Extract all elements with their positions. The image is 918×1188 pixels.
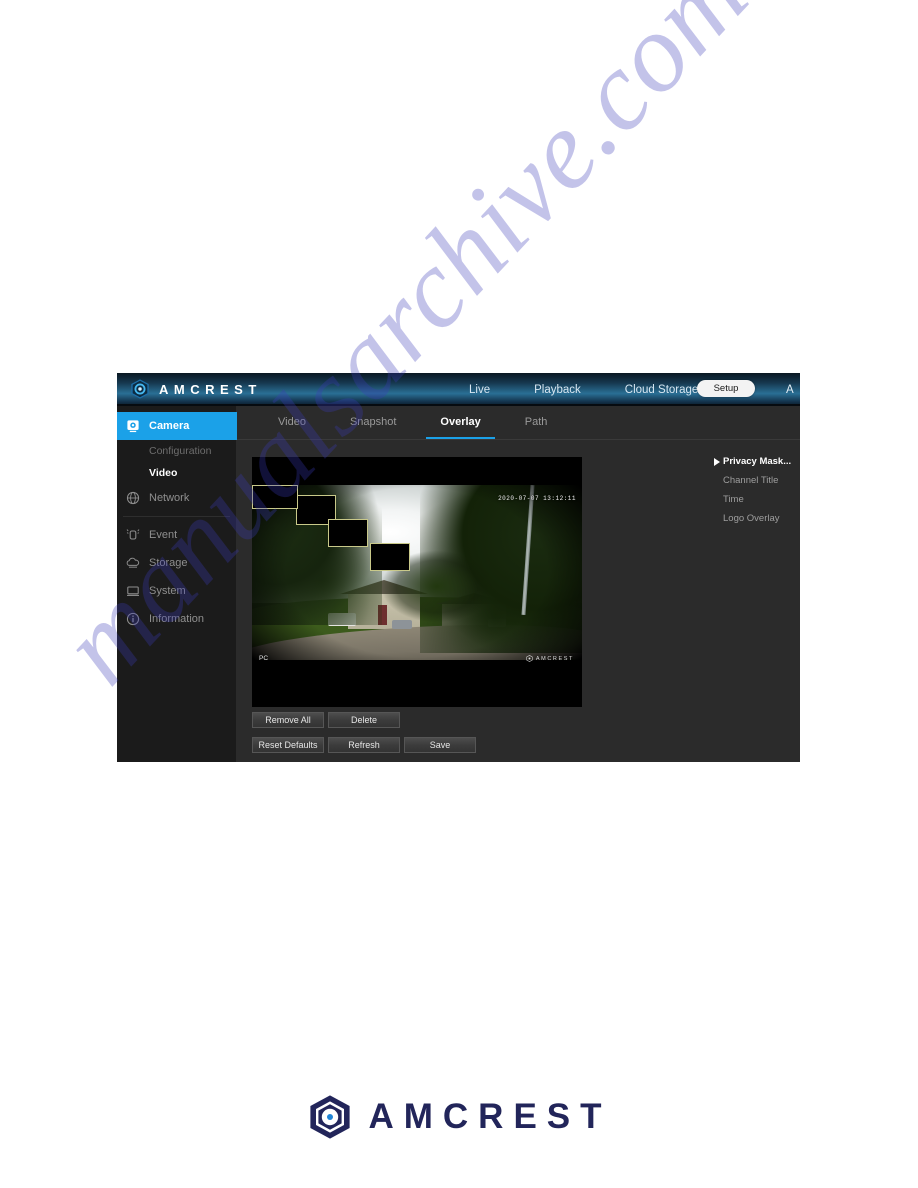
refresh-button[interactable]: Refresh <box>328 737 400 753</box>
remove-all-button[interactable]: Remove All <box>252 712 324 728</box>
sidebar-item-system[interactable]: System <box>117 577 236 605</box>
sidebar-divider <box>123 516 230 517</box>
video-channel-title: PC <box>259 655 269 662</box>
sidebar: Camera Configuration Video Network Event… <box>117 406 237 762</box>
sidebar-item-camera[interactable]: Camera <box>117 412 237 440</box>
app-header: AMCREST Live Playback Cloud Storage Setu… <box>117 373 800 406</box>
tab-bar: Video Snapshot Overlay Path <box>236 406 800 440</box>
sidebar-item-storage[interactable]: Storage <box>117 549 236 577</box>
cloud-storage-icon <box>126 557 140 568</box>
amcrest-hex-camera-icon <box>526 655 533 662</box>
video-timestamp: 2020-07-07 13:12:11 <box>498 495 576 502</box>
sidebar-label-system: System <box>149 585 186 597</box>
overlay-panel: 2020-07-07 13:12:11 PC AMCREST Remove Al… <box>236 440 800 762</box>
camera-web-ui-window: AMCREST Live Playback Cloud Storage Setu… <box>117 373 800 762</box>
footer-brand-text: AMCREST <box>368 1097 612 1136</box>
option-time[interactable]: Time <box>723 490 800 509</box>
form-action-buttons: Reset Defaults Refresh Save <box>252 737 476 753</box>
option-label-time: Time <box>723 494 744 505</box>
system-monitor-icon <box>127 586 139 596</box>
alarm-bell-icon <box>126 529 140 540</box>
sidebar-label-network: Network <box>149 492 190 504</box>
app-body: Camera Configuration Video Network Event… <box>117 406 800 762</box>
save-button[interactable]: Save <box>404 737 476 753</box>
option-label-logo-overlay: Logo Overlay <box>723 513 780 524</box>
camera-icon <box>127 420 139 433</box>
caret-right-icon <box>714 458 720 466</box>
nav-live[interactable]: Live <box>447 384 512 396</box>
option-channel-title[interactable]: Channel Title <box>723 471 800 490</box>
setup-button[interactable]: Setup <box>697 380 755 397</box>
nav-playback[interactable]: Playback <box>512 384 603 396</box>
header-nav: Live Playback Cloud Storage <box>447 373 720 406</box>
tab-video[interactable]: Video <box>256 406 328 439</box>
reset-defaults-button[interactable]: Reset Defaults <box>252 737 324 753</box>
brand: AMCREST <box>129 378 262 400</box>
privacy-mask-rect[interactable] <box>328 519 368 547</box>
sidebar-subitem-configuration[interactable]: Configuration <box>117 440 236 462</box>
sidebar-label-information: Information <box>149 613 205 625</box>
privacy-mask-rect[interactable] <box>370 543 410 571</box>
sidebar-label-camera: Camera <box>149 420 190 432</box>
network-globe-icon <box>126 491 140 505</box>
video-preview[interactable]: 2020-07-07 13:12:11 PC AMCREST <box>252 457 582 707</box>
video-logo-text: AMCREST <box>535 655 574 662</box>
sidebar-sublabel-configuration: Configuration <box>149 445 212 457</box>
sidebar-label-event: Event <box>149 529 178 541</box>
info-circle-icon <box>126 612 140 626</box>
option-privacy-mask[interactable]: Privacy Mask... <box>714 452 800 471</box>
option-logo-overlay[interactable]: Logo Overlay <box>723 509 800 528</box>
amcrest-hex-camera-icon <box>310 1095 351 1139</box>
sidebar-sublabel-video: Video <box>149 467 178 479</box>
option-label-channel-title: Channel Title <box>723 475 779 486</box>
mask-action-buttons: Remove All Delete <box>252 712 400 728</box>
nav-overflow-label[interactable]: A <box>786 384 796 396</box>
privacy-mask-rect[interactable] <box>252 485 298 509</box>
sidebar-item-information[interactable]: Information <box>117 605 236 633</box>
option-label-privacy-mask: Privacy Mask... <box>723 456 792 467</box>
tab-snapshot[interactable]: Snapshot <box>328 406 418 439</box>
brand-text: AMCREST <box>159 381 262 397</box>
delete-button[interactable]: Delete <box>328 712 400 728</box>
footer-brand: AMCREST <box>0 1093 918 1141</box>
sidebar-item-network[interactable]: Network <box>117 484 236 512</box>
tab-path[interactable]: Path <box>503 406 570 439</box>
sidebar-label-storage: Storage <box>149 557 188 569</box>
tab-overlay[interactable]: Overlay <box>418 406 502 439</box>
content-area: Video Snapshot Overlay Path 2020-07-07 1… <box>236 406 800 762</box>
amcrest-hex-camera-icon <box>131 379 149 399</box>
sidebar-subitem-video[interactable]: Video <box>117 462 236 484</box>
sidebar-item-event[interactable]: Event <box>117 521 236 549</box>
video-logo-overlay: AMCREST <box>526 655 574 662</box>
overlay-options-list: Privacy Mask... Channel Title Time Logo … <box>714 452 800 528</box>
